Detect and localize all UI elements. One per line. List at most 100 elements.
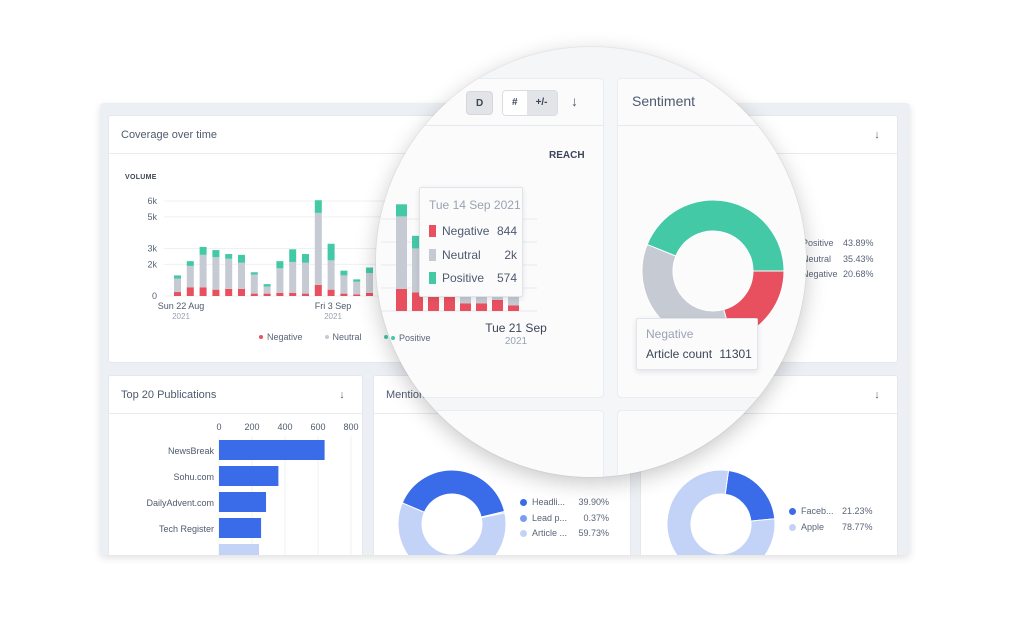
- y-tick-label: 5k: [147, 212, 157, 222]
- bar-negative: [366, 292, 373, 296]
- bar-negative: [289, 292, 297, 296]
- tooltip-row-negative: Negative 844: [429, 224, 517, 238]
- magnified-bar-positive: [396, 204, 407, 217]
- mention-donut: [397, 469, 507, 555]
- publication-label: Tech Register: [159, 524, 214, 534]
- bar-negative: [186, 287, 194, 296]
- bar-neutral: [238, 262, 245, 289]
- bar-neutral: [250, 274, 258, 294]
- magnified-bar-negative: [396, 289, 407, 311]
- y-tick-label: 6k: [147, 196, 157, 206]
- sentiment-tooltip-row: Article count 11301: [646, 347, 752, 361]
- mention-legend-headline[interactable]: Headli... 39.90%: [520, 495, 609, 511]
- magnified-bar-neutral: [396, 216, 407, 289]
- bar-neutral: [186, 265, 194, 288]
- mention-legend: Headli... 39.90% Lead p... 0.37% Article .…: [520, 495, 609, 542]
- positive-dot-icon: [391, 336, 395, 340]
- bar-positive: [263, 284, 271, 287]
- publications-card-header: Top 20 Publications ↓: [109, 376, 362, 414]
- bar-positive: [327, 243, 335, 261]
- bar-positive: [366, 267, 373, 274]
- y-tick-label: 3k: [147, 244, 157, 254]
- magnified-bar-negative: [460, 303, 471, 311]
- tooltip-date: Tue 14 Sep 2021: [429, 198, 521, 212]
- positive-swatch-icon: [429, 272, 436, 284]
- y-tick-label: 0: [152, 291, 157, 301]
- x-tick-label: 200: [244, 422, 259, 432]
- x-tick-label: 400: [277, 422, 292, 432]
- legend-neutral[interactable]: Neutral: [324, 332, 362, 342]
- lead-dot-icon: [520, 514, 527, 522]
- source-donut: [666, 469, 776, 555]
- bar-negative: [340, 293, 348, 296]
- bar-neutral: [340, 275, 348, 294]
- magnified-legend-positive[interactable]: Positive: [391, 333, 431, 343]
- publication-bar: [219, 544, 259, 555]
- bar-positive: [250, 272, 258, 275]
- source-legend: Faceb... 21.23% Apple 78.77%: [789, 504, 873, 535]
- mention-legend-article[interactable]: Article ... 59.73%: [520, 526, 609, 542]
- bar-positive: [289, 249, 297, 262]
- bar-neutral: [366, 273, 373, 293]
- source-legend-apple[interactable]: Apple 78.77%: [789, 520, 873, 536]
- x-tick-label: 600: [310, 422, 325, 432]
- publication-label: Sohu.com: [173, 472, 214, 482]
- coverage-title: Coverage over time: [121, 128, 217, 141]
- bar-positive: [225, 254, 233, 259]
- bar-negative: [327, 289, 335, 296]
- bar-neutral: [289, 261, 297, 293]
- magnified-bar-negative: [508, 305, 519, 311]
- bar-negative: [302, 293, 309, 296]
- magnified-bar-negative: [476, 303, 487, 311]
- x-year-1: 2021: [324, 312, 342, 321]
- publication-bar: [219, 466, 279, 486]
- sentiment-legend: Positive 43.89% Neutral 35.43% Negative 20.…: [802, 236, 874, 283]
- publication-bar: [219, 492, 267, 512]
- source-download-icon[interactable]: ↓: [869, 389, 885, 401]
- y-tick-label: 2k: [147, 259, 157, 269]
- neutral-dot-icon: [324, 335, 329, 339]
- negative-dot-icon: [259, 335, 263, 339]
- source-legend-facebook[interactable]: Faceb... 21.23%: [789, 504, 873, 520]
- sentiment-legend-negative[interactable]: Negative 20.68%: [802, 267, 874, 283]
- bar-neutral: [314, 212, 322, 285]
- sentiment-download-icon[interactable]: ↓: [869, 129, 885, 141]
- bar-neutral: [225, 258, 233, 289]
- bar-neutral: [276, 268, 284, 293]
- sentiment-title: Sentiment: [632, 93, 696, 109]
- source-slice-0: [724, 469, 776, 522]
- apple-dot-icon: [789, 523, 796, 531]
- bar-neutral: [174, 278, 181, 293]
- bar-neutral: [263, 286, 271, 294]
- bar-negative: [263, 293, 271, 296]
- publications-download-icon[interactable]: ↓: [334, 389, 350, 401]
- sentiment-tooltip: Negative Article count 11301: [636, 318, 758, 370]
- magnifier-lens: D # +/- ↓ REACH Tue 21 Sep 2021 Positive…: [376, 47, 806, 477]
- bar-negative: [225, 288, 233, 296]
- sentiment-legend-neutral[interactable]: Neutral 35.43%: [802, 252, 874, 268]
- bar-positive: [186, 261, 194, 266]
- bar-positive: [353, 279, 361, 282]
- mention-legend-lead[interactable]: Lead p... 0.37%: [520, 511, 609, 527]
- bar-neutral: [302, 262, 309, 294]
- publication-label: DailyAdvent.com: [146, 498, 214, 508]
- bar-negative: [212, 289, 220, 296]
- bar-neutral: [212, 257, 220, 290]
- publication-bar: [219, 440, 325, 460]
- x-year-0: 2021: [172, 312, 190, 321]
- sentiment-legend-positive[interactable]: Positive 43.89%: [802, 236, 874, 252]
- x-tick-label: 800: [343, 422, 358, 432]
- magnified-bar-negative: [492, 300, 503, 311]
- coverage-tooltip: Tue 14 Sep 2021 Negative 844 Neutral 2k …: [419, 187, 523, 297]
- bar-positive: [212, 250, 220, 258]
- headline-dot-icon: [520, 499, 527, 507]
- bar-negative: [250, 293, 258, 296]
- bar-positive: [340, 270, 348, 276]
- sentiment-tooltip-title: Negative: [646, 327, 694, 341]
- publications-title: Top 20 Publications: [121, 388, 217, 401]
- tooltip-row-positive: Positive 574: [429, 271, 517, 285]
- bar-negative: [199, 287, 207, 296]
- bar-negative: [238, 288, 245, 296]
- legend-negative[interactable]: Negative: [259, 332, 303, 342]
- article-dot-icon: [520, 530, 527, 538]
